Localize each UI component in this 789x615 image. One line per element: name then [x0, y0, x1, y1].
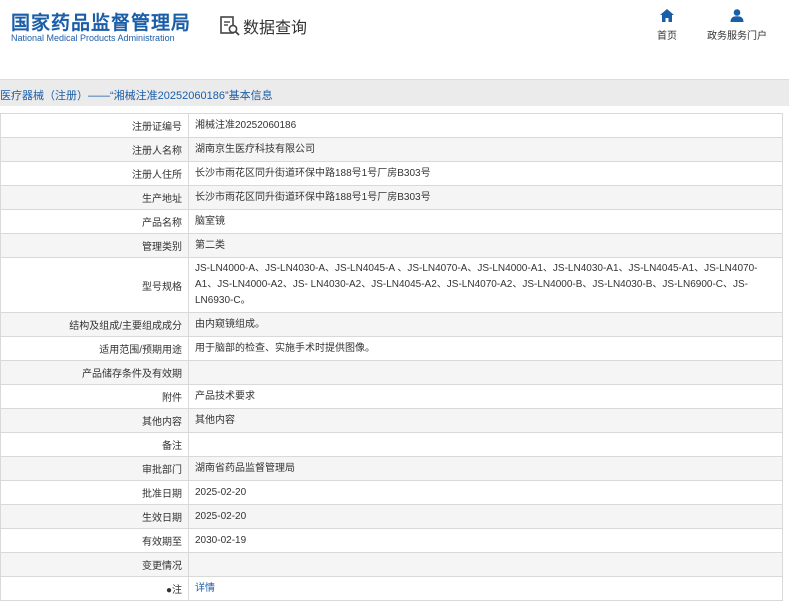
field-label: 审批部门 [0, 456, 189, 481]
table-row: 型号规格 JS-LN4000-A、JS-LN4030-A、JS-LN4045-A … [0, 257, 783, 313]
field-label: 有效期至 [0, 528, 189, 553]
table-row: 批准日期 2025-02-20 [0, 480, 783, 505]
field-value: 产品技术要求 [188, 384, 783, 409]
field-value: 长沙市雨花区同升街道环保中路188号1号厂房B303号 [188, 185, 783, 210]
field-value: 详情 [188, 576, 783, 601]
field-label: 备注 [0, 432, 189, 457]
field-label: 产品储存条件及有效期 [0, 360, 189, 385]
field-value [188, 432, 783, 457]
field-label: 结构及组成/主要组成成分 [0, 312, 189, 337]
field-value: 湖南京生医疗科技有限公司 [188, 137, 783, 162]
field-value: 用于脑部的检查、实施手术时提供图像。 [188, 336, 783, 361]
field-label: 型号规格 [0, 257, 189, 313]
table-row: 其他内容 其他内容 [0, 408, 783, 433]
field-value [188, 552, 783, 577]
field-value: JS-LN4000-A、JS-LN4030-A、JS-LN4045-A 、JS-… [188, 257, 783, 313]
table-row: 适用范围/预期用途 用于脑部的检查、实施手术时提供图像。 [0, 336, 783, 361]
table-row: 审批部门 湖南省药品监督管理局 [0, 456, 783, 481]
field-value: 脑室镜 [188, 209, 783, 234]
data-query-icon [220, 16, 240, 36]
field-label: 生产地址 [0, 185, 189, 210]
data-query-label: 数据查询 [243, 20, 308, 37]
field-value: 由内窥镜组成。 [188, 312, 783, 337]
field-value: 长沙市雨花区同升街道环保中路188号1号厂房B303号 [188, 161, 783, 186]
registration-info-table: 注册证编号 湘械注准20252060186 注册人名称 湖南京生医疗科技有限公司 注册人… [0, 113, 783, 601]
field-label: 注册人住所 [0, 161, 189, 186]
nav-home-label: 首页 [657, 31, 677, 42]
nav-service-portal[interactable]: 政务服务门户 [704, 9, 770, 42]
breadcrumb: 医疗器械（注册）——“湘械注准20252060186”基本信息 [0, 90, 273, 102]
table-row: 变更情况 [0, 552, 783, 577]
field-label: 管理类别 [0, 233, 189, 258]
field-value: 第二类 [188, 233, 783, 258]
table-row: 附件 产品技术要求 [0, 384, 783, 409]
detail-link[interactable]: 详情 [195, 583, 215, 594]
site-header: 国家药品监督管理局 National Medical Products Admi… [0, 0, 789, 65]
table-row: 产品名称 脑室镜 [0, 209, 783, 234]
table-row: 有效期至 2030-02-19 [0, 528, 783, 553]
field-label: 附件 [0, 384, 189, 409]
table-row: 注册证编号 湘械注准20252060186 [0, 113, 783, 138]
field-label: ●注 [0, 576, 189, 601]
field-label: 变更情况 [0, 552, 189, 577]
field-value: 湘械注准20252060186 [188, 113, 783, 138]
table-row: 管理类别 第二类 [0, 233, 783, 258]
field-value: 其他内容 [188, 408, 783, 433]
user-icon [730, 9, 744, 22]
field-label: 注册人名称 [0, 137, 189, 162]
field-value: 2030-02-19 [188, 528, 783, 553]
breadcrumb-bar: 医疗器械（注册）——“湘械注准20252060186”基本信息 [0, 79, 789, 106]
table-row: 产品储存条件及有效期 [0, 360, 783, 385]
table-row: 生产地址 长沙市雨花区同升街道环保中路188号1号厂房B303号 [0, 185, 783, 210]
field-value [188, 360, 783, 385]
table-row: 结构及组成/主要组成成分 由内窥镜组成。 [0, 312, 783, 337]
table-row: 生效日期 2025-02-20 [0, 504, 783, 529]
table-row: 注册人名称 湖南京生医疗科技有限公司 [0, 137, 783, 162]
field-value: 湖南省药品监督管理局 [188, 456, 783, 481]
field-label: 产品名称 [0, 209, 189, 234]
data-query-title: 数据查询 [220, 14, 307, 38]
field-label: 批准日期 [0, 480, 189, 505]
field-value: 2025-02-20 [188, 480, 783, 505]
site-logo-title[interactable]: 国家药品监督管理局 [11, 8, 191, 35]
nav-home[interactable]: 首页 [655, 9, 679, 42]
table-row: 备注 [0, 432, 783, 457]
nav-portal-label: 政务服务门户 [707, 31, 767, 42]
field-label: 注册证编号 [0, 113, 189, 138]
field-label: 适用范围/预期用途 [0, 336, 189, 361]
home-icon [660, 9, 674, 22]
table-row: ●注 详情 [0, 576, 783, 601]
field-label: 生效日期 [0, 504, 189, 529]
field-label: 其他内容 [0, 408, 189, 433]
field-value: 2025-02-20 [188, 504, 783, 529]
table-row: 注册人住所 长沙市雨花区同升街道环保中路188号1号厂房B303号 [0, 161, 783, 186]
site-logo-subtitle: National Medical Products Administration [11, 33, 175, 43]
